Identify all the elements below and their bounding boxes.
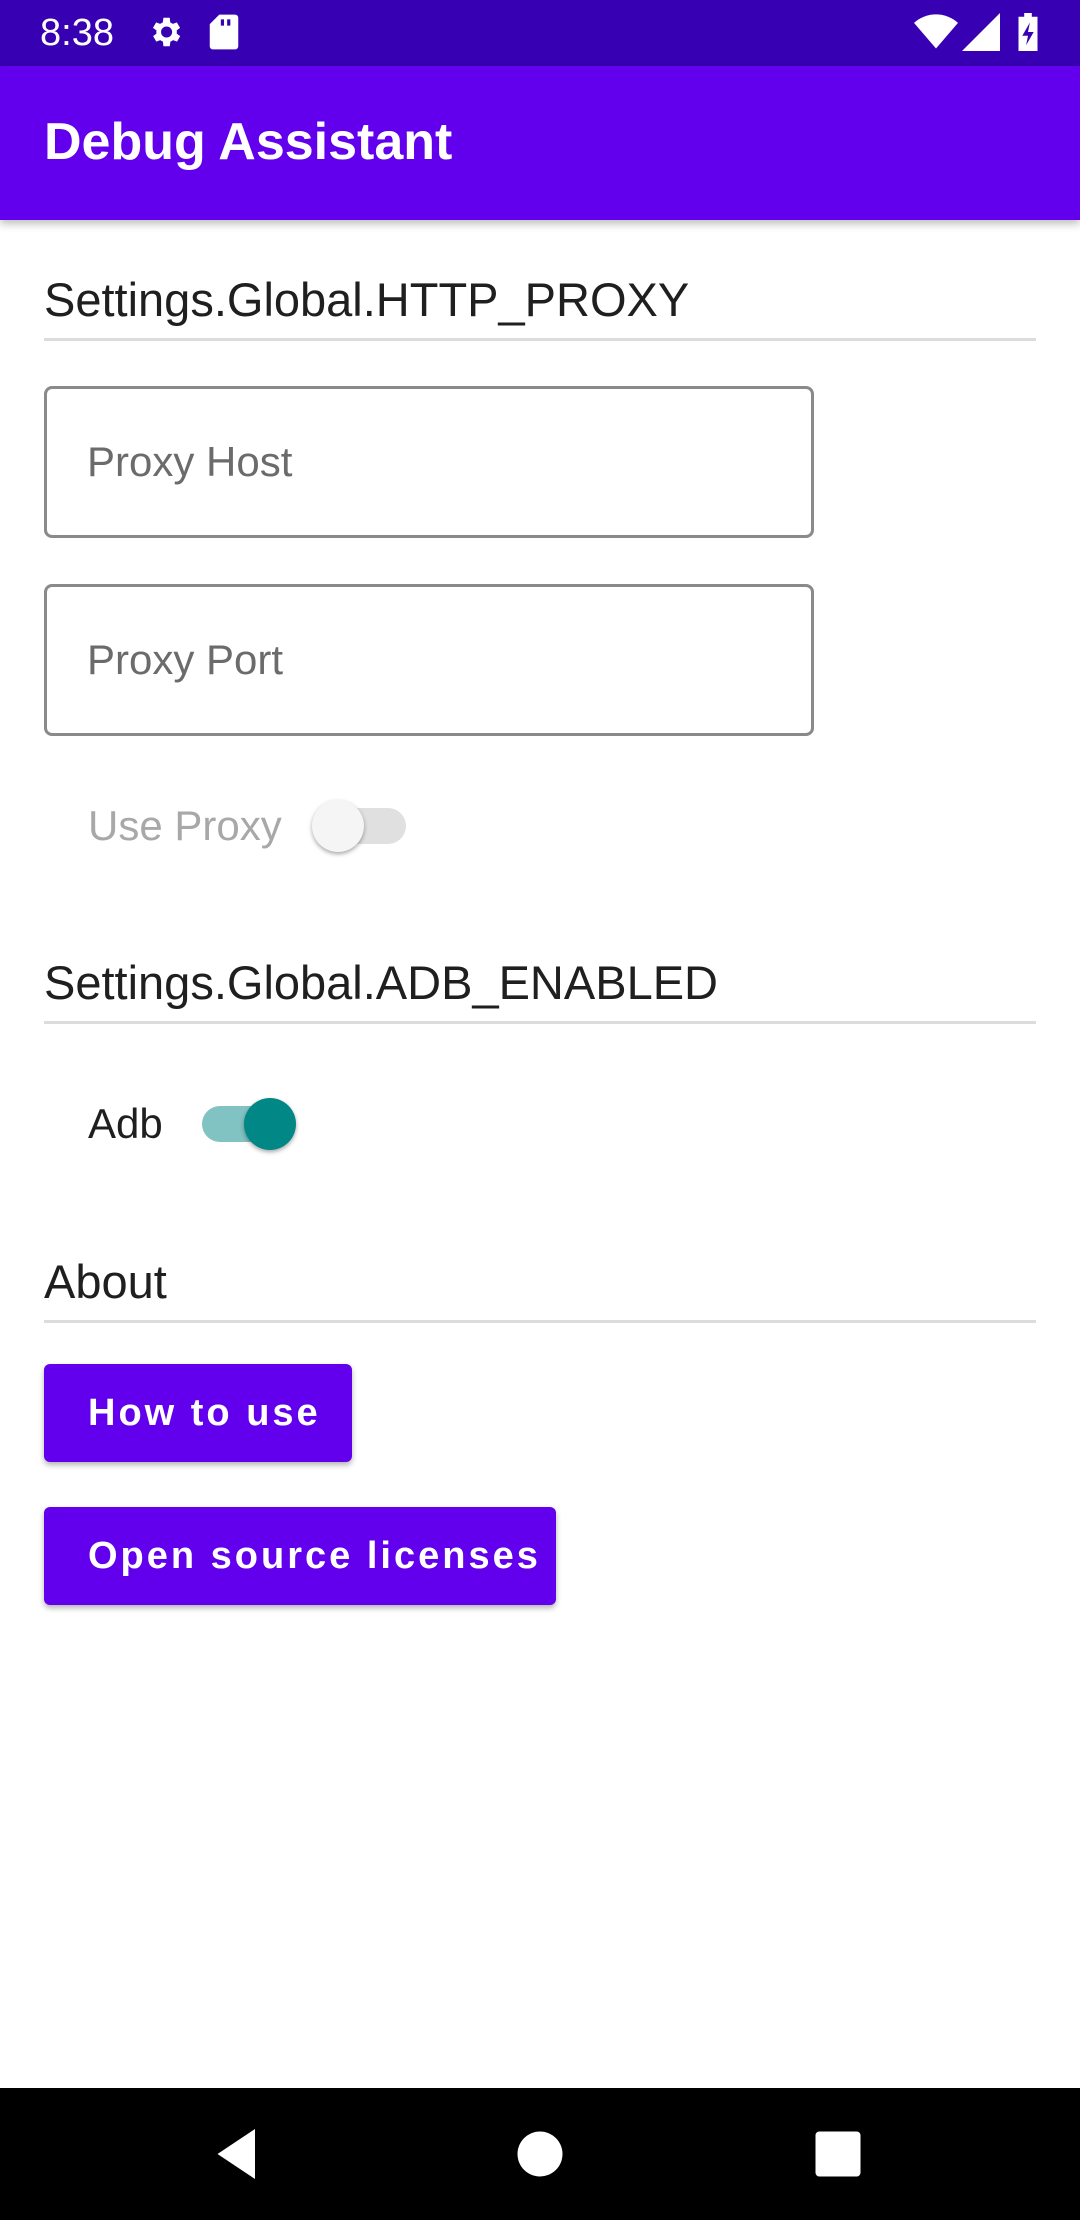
app-title: Debug Assistant — [44, 113, 453, 171]
status-time: 8:38 — [40, 12, 114, 54]
adb-section-title: Settings.Global.ADB_ENABLED — [44, 956, 718, 1009]
http-proxy-section-title: Settings.Global.HTTP_PROXY — [44, 273, 690, 326]
use-proxy-label: Use Proxy — [88, 802, 282, 849]
status-bar: 8:38 — [0, 0, 1080, 66]
wifi-icon — [914, 13, 958, 56]
battery-charging-icon — [1016, 13, 1040, 56]
navigation-bar — [0, 2088, 1080, 2220]
adb-switch[interactable] — [192, 1084, 296, 1164]
back-icon[interactable] — [210, 2124, 270, 2184]
proxy-host-field[interactable] — [44, 386, 814, 538]
http-proxy-divider — [44, 338, 1036, 341]
adb-divider — [44, 1021, 1036, 1024]
recents-icon[interactable] — [808, 2124, 868, 2184]
proxy-port-field[interactable] — [44, 584, 814, 736]
home-icon[interactable] — [510, 2124, 570, 2184]
how-to-use-button[interactable]: How to use — [44, 1364, 352, 1462]
use-proxy-switch[interactable] — [312, 786, 416, 866]
use-proxy-switch-thumb — [312, 800, 364, 852]
open-source-licenses-button[interactable]: Open source licenses — [44, 1507, 556, 1605]
adb-switch-thumb — [244, 1098, 296, 1150]
about-divider — [44, 1320, 1036, 1323]
proxy-host-input[interactable] — [87, 389, 777, 535]
cell-signal-icon — [962, 13, 1000, 56]
sd-card-icon — [208, 13, 240, 56]
about-section-title: About — [44, 1255, 167, 1308]
gear-icon — [146, 13, 184, 56]
proxy-port-input[interactable] — [87, 587, 777, 733]
adb-label: Adb — [88, 1100, 163, 1147]
app-bar: Debug Assistant — [0, 66, 1080, 220]
